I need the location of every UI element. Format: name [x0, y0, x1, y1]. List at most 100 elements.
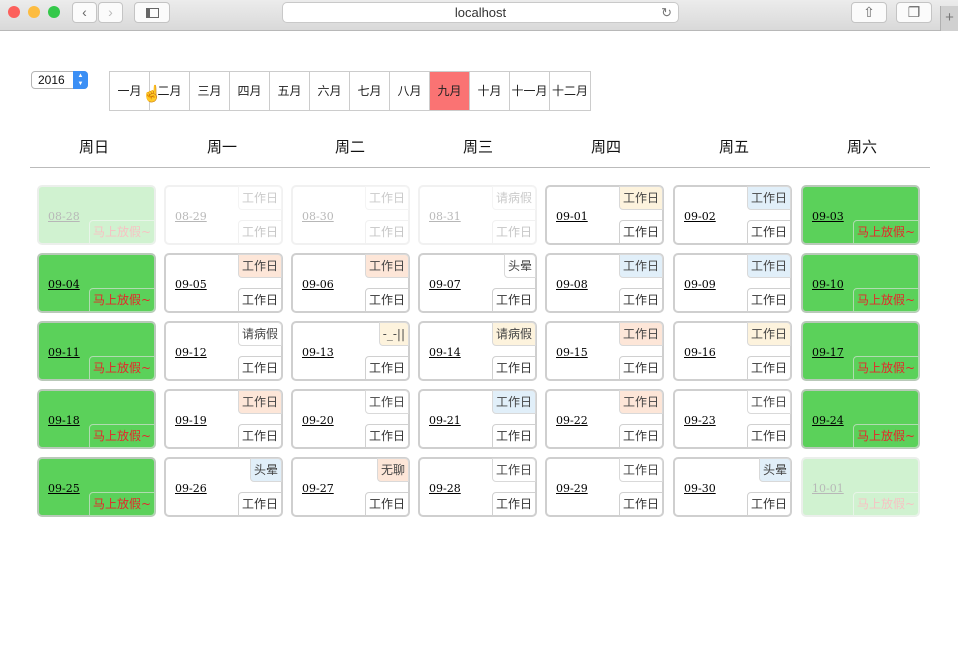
- tab-month-9[interactable]: 九月: [430, 72, 470, 110]
- day-cell[interactable]: 09-07 头晕 工作日: [418, 253, 537, 313]
- day-date-link[interactable]: 08-29: [175, 210, 207, 223]
- day-cell[interactable]: 09-14 请病假 工作日: [418, 321, 537, 381]
- day-date-link[interactable]: 10-01: [812, 482, 844, 495]
- day-date-link[interactable]: 09-27: [302, 482, 334, 495]
- day-type-button[interactable]: 马上放假~: [88, 424, 155, 448]
- day-cell[interactable]: 09-24 马上放假~: [801, 389, 920, 449]
- day-date-link[interactable]: 09-18: [48, 414, 80, 427]
- day-type-button[interactable]: 马上放假~: [852, 220, 919, 244]
- day-type-button[interactable]: 马上放假~: [852, 424, 919, 448]
- day-cell[interactable]: 09-02 工作日 工作日: [673, 185, 792, 245]
- day-type-button[interactable]: 工作日: [237, 492, 282, 516]
- day-type-button[interactable]: 工作日: [491, 220, 536, 244]
- day-date-link[interactable]: 09-23: [684, 414, 716, 427]
- tab-month-6[interactable]: 六月: [310, 72, 350, 110]
- day-type-button[interactable]: 马上放假~: [88, 220, 155, 244]
- day-type-button[interactable]: 马上放假~: [852, 356, 919, 380]
- day-date-link[interactable]: 09-13: [302, 346, 334, 359]
- day-date-link[interactable]: 09-15: [556, 346, 588, 359]
- day-type-button[interactable]: 工作日: [746, 492, 791, 516]
- tab-month-11[interactable]: 十一月: [510, 72, 550, 110]
- day-status-tag[interactable]: 头晕: [758, 458, 791, 482]
- day-date-link[interactable]: 09-26: [175, 482, 207, 495]
- day-type-button[interactable]: 工作日: [746, 424, 791, 448]
- day-type-button[interactable]: 工作日: [364, 424, 409, 448]
- day-date-link[interactable]: 09-16: [684, 346, 716, 359]
- new-tab-button[interactable]: +: [940, 6, 958, 31]
- tab-month-4[interactable]: 四月: [230, 72, 270, 110]
- day-date-link[interactable]: 09-12: [175, 346, 207, 359]
- day-type-button[interactable]: 工作日: [746, 356, 791, 380]
- address-bar[interactable]: localhost ↻: [282, 2, 679, 23]
- day-status-tag[interactable]: 工作日: [618, 186, 663, 210]
- day-status-tag[interactable]: 工作日: [618, 458, 663, 482]
- day-date-link[interactable]: 09-05: [175, 278, 207, 291]
- day-cell[interactable]: 09-20 工作日 工作日: [291, 389, 410, 449]
- day-type-button[interactable]: 马上放假~: [88, 288, 155, 312]
- tab-month-12[interactable]: 十二月: [550, 72, 590, 110]
- tab-month-5[interactable]: 五月: [270, 72, 310, 110]
- day-date-link[interactable]: 09-03: [812, 210, 844, 223]
- day-cell[interactable]: 09-23 工作日 工作日: [673, 389, 792, 449]
- day-date-link[interactable]: 09-01: [556, 210, 588, 223]
- day-status-tag[interactable]: 请病假: [491, 186, 536, 210]
- day-date-link[interactable]: 09-04: [48, 278, 80, 291]
- day-type-button[interactable]: 工作日: [618, 356, 663, 380]
- day-status-tag[interactable]: 工作日: [491, 390, 536, 414]
- day-type-button[interactable]: 马上放假~: [852, 492, 919, 516]
- day-type-button[interactable]: 工作日: [491, 424, 536, 448]
- day-cell[interactable]: 09-01 工作日 工作日: [545, 185, 664, 245]
- day-cell[interactable]: 09-04 马上放假~: [37, 253, 156, 313]
- reload-icon[interactable]: ↻: [661, 3, 672, 23]
- day-type-button[interactable]: 工作日: [237, 220, 282, 244]
- day-date-link[interactable]: 08-31: [429, 210, 461, 223]
- day-status-tag[interactable]: 工作日: [618, 254, 663, 278]
- day-status-tag[interactable]: 工作日: [746, 254, 791, 278]
- day-cell[interactable]: 09-22 工作日 工作日: [545, 389, 664, 449]
- day-type-button[interactable]: 工作日: [618, 424, 663, 448]
- day-type-button[interactable]: 工作日: [491, 356, 536, 380]
- share-button[interactable]: ⇧: [851, 2, 887, 23]
- day-date-link[interactable]: 08-30: [302, 210, 334, 223]
- day-cell[interactable]: 09-30 头晕工作日: [673, 457, 792, 517]
- day-type-button[interactable]: 马上放假~: [88, 356, 155, 380]
- day-cell[interactable]: 09-11 马上放假~: [37, 321, 156, 381]
- day-cell[interactable]: 09-06 工作日 工作日: [291, 253, 410, 313]
- day-cell[interactable]: 09-28 工作日 工作日: [418, 457, 537, 517]
- day-date-link[interactable]: 09-21: [429, 414, 461, 427]
- day-status-tag[interactable]: 工作日: [618, 390, 663, 414]
- day-date-link[interactable]: 09-06: [302, 278, 334, 291]
- tab-month-10[interactable]: 十月: [470, 72, 510, 110]
- tabs-button[interactable]: ❐: [896, 2, 932, 23]
- day-date-link[interactable]: 09-30: [684, 482, 716, 495]
- day-status-tag[interactable]: 工作日: [746, 186, 791, 210]
- day-type-button[interactable]: 工作日: [364, 288, 409, 312]
- day-status-tag[interactable]: 工作日: [364, 254, 409, 278]
- day-status-tag[interactable]: 工作日: [746, 322, 791, 346]
- sidebar-button[interactable]: [134, 2, 170, 23]
- close-window-button[interactable]: [8, 6, 20, 18]
- day-status-tag[interactable]: 头晕: [249, 458, 282, 482]
- year-select[interactable]: 2016 ▲ ▼: [31, 71, 88, 89]
- day-date-link[interactable]: 09-10: [812, 278, 844, 291]
- day-date-link[interactable]: 09-19: [175, 414, 207, 427]
- day-type-button[interactable]: 工作日: [491, 492, 536, 516]
- day-date-link[interactable]: 09-22: [556, 414, 588, 427]
- day-status-tag[interactable]: -_-||: [378, 322, 409, 346]
- day-cell[interactable]: 08-28 马上放假~: [37, 185, 156, 245]
- tab-month-3[interactable]: 三月: [190, 72, 230, 110]
- day-status-tag[interactable]: 工作日: [364, 186, 409, 210]
- day-type-button[interactable]: 工作日: [364, 220, 409, 244]
- day-type-button[interactable]: 马上放假~: [852, 288, 919, 312]
- day-date-link[interactable]: 08-28: [48, 210, 80, 223]
- forward-button[interactable]: ›: [98, 2, 123, 23]
- day-status-tag[interactable]: 请病假: [237, 322, 282, 346]
- day-cell[interactable]: 09-21 工作日 工作日: [418, 389, 537, 449]
- day-type-button[interactable]: 工作日: [618, 288, 663, 312]
- day-type-button[interactable]: 马上放假~: [88, 492, 155, 516]
- day-type-button[interactable]: 工作日: [364, 356, 409, 380]
- day-date-link[interactable]: 09-14: [429, 346, 461, 359]
- day-date-link[interactable]: 09-29: [556, 482, 588, 495]
- day-cell[interactable]: 09-27 无聊 工作日: [291, 457, 410, 517]
- back-button[interactable]: ‹: [72, 2, 97, 23]
